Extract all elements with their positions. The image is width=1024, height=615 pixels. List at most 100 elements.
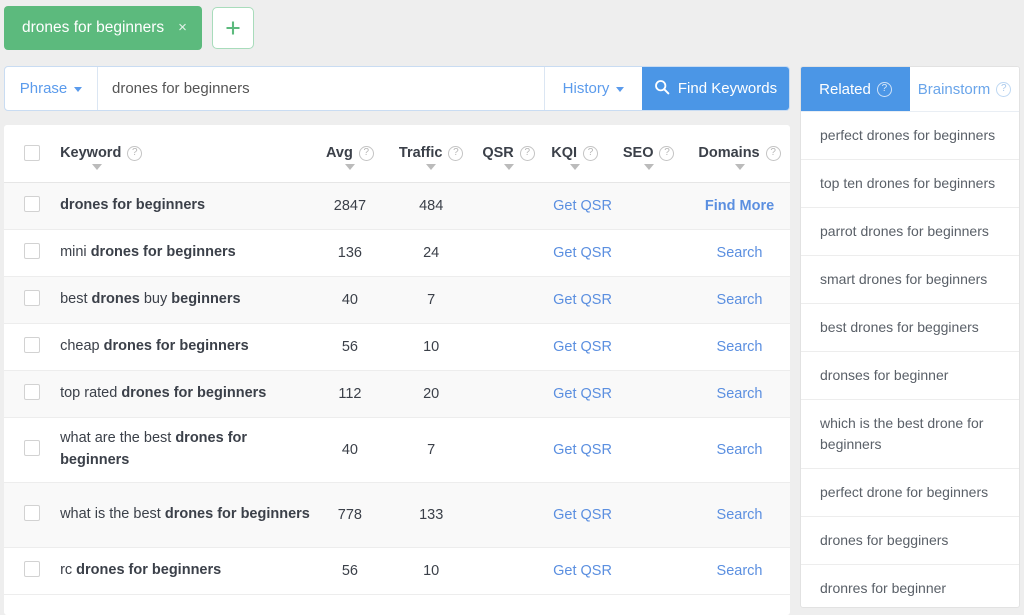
- column-header-domains[interactable]: Domains ?: [689, 125, 790, 183]
- help-icon[interactable]: ?: [358, 145, 374, 161]
- sort-caret-avg[interactable]: [344, 164, 355, 171]
- row-checkbox[interactable]: [24, 383, 41, 400]
- search-link[interactable]: Search: [717, 339, 763, 355]
- related-keywords-panel: Related ? Brainstorm ? perfect drones fo…: [800, 66, 1020, 608]
- find-more-link[interactable]: Find More: [705, 198, 774, 214]
- tab-related[interactable]: Related ?: [801, 67, 910, 111]
- keyword-match-text: drones for beginners: [164, 505, 310, 522]
- related-keyword-item[interactable]: perfect drones for beginners: [801, 111, 1019, 160]
- get-qsr-link[interactable]: Get QSR: [553, 507, 612, 523]
- help-icon[interactable]: ?: [876, 81, 892, 97]
- match-type-label: Phrase: [19, 80, 68, 97]
- traffic-cell: 10: [386, 547, 477, 595]
- row-checkbox[interactable]: [24, 504, 41, 521]
- column-label-kqi: KQI: [551, 145, 578, 162]
- keyword-cell: best drones buy beginners: [60, 276, 314, 324]
- search-link[interactable]: Search: [717, 563, 763, 579]
- related-keyword-item[interactable]: dronres for beginner: [801, 565, 1019, 607]
- help-icon[interactable]: ?: [127, 145, 143, 161]
- keyword-cell: what are the best drones for beginners: [60, 417, 314, 483]
- tab-brainstorm[interactable]: Brainstorm ?: [910, 67, 1019, 111]
- help-icon[interactable]: ?: [519, 145, 535, 161]
- search-link[interactable]: Search: [717, 507, 763, 523]
- related-keyword-item[interactable]: top ten drones for beginners: [801, 160, 1019, 208]
- row-select-cell: [4, 482, 61, 548]
- find-keywords-button[interactable]: Find Keywords: [642, 67, 789, 110]
- domains-cell: Search: [689, 370, 790, 418]
- column-header-traffic[interactable]: Traffic ?: [386, 125, 477, 183]
- get-qsr-link[interactable]: Get QSR: [553, 198, 612, 214]
- domains-cell: Search: [689, 417, 790, 483]
- sort-caret-kqi[interactable]: [569, 164, 580, 171]
- history-dropdown[interactable]: History: [545, 67, 642, 110]
- table-row[interactable]: cheap drones for beginners 56 10 Get QSR Sea…: [4, 323, 790, 371]
- table-row[interactable]: what are the best drones for beginners 40…: [4, 417, 790, 483]
- get-qsr-link[interactable]: Get QSR: [553, 442, 612, 458]
- get-qsr-link[interactable]: Get QSR: [553, 292, 612, 308]
- related-keyword-item[interactable]: which is the best drone for beginners: [801, 400, 1019, 469]
- table-row[interactable]: best drones buy beginners 40 7 Get QSR Searc…: [4, 276, 790, 324]
- get-qsr-link[interactable]: Get QSR: [553, 386, 612, 402]
- row-checkbox[interactable]: [24, 195, 41, 212]
- search-link[interactable]: Search: [717, 245, 763, 261]
- search-link[interactable]: Search: [717, 442, 763, 458]
- table-row[interactable]: mini drones for beginners 136 24 Get QSR Sea…: [4, 229, 790, 277]
- search-link[interactable]: Search: [717, 292, 763, 308]
- help-icon[interactable]: ?: [659, 145, 675, 161]
- keyword-match-text: drones for beginners: [121, 384, 267, 401]
- sort-caret-traffic[interactable]: [426, 164, 437, 171]
- search-input[interactable]: drones for beginners: [98, 67, 545, 110]
- domains-cell: Find More: [689, 182, 790, 230]
- select-all-header: [4, 125, 61, 183]
- get-qsr-link[interactable]: Get QSR: [553, 245, 612, 261]
- keyword-cell: cheap drones for beginners: [60, 323, 314, 371]
- select-all-checkbox[interactable]: [24, 145, 41, 162]
- keyword-match-text: drones for beginners: [90, 243, 236, 260]
- get-qsr-link[interactable]: Get QSR: [553, 563, 612, 579]
- column-header-seo[interactable]: SEO ?: [608, 125, 690, 183]
- related-keyword-item[interactable]: perfect drone for beginners: [801, 469, 1019, 517]
- related-keyword-item[interactable]: parrot drones for beginners: [801, 208, 1019, 256]
- related-keyword-item[interactable]: smart drones for beginners: [801, 256, 1019, 304]
- add-tab-button[interactable]: [211, 6, 254, 49]
- row-checkbox[interactable]: [24, 336, 41, 353]
- sort-caret-qsr[interactable]: [503, 164, 514, 171]
- sort-caret-domains[interactable]: [734, 164, 745, 171]
- table-header: Keyword ? Avg ? Traffic ? QSR ? KQI ? SE…: [4, 125, 790, 183]
- help-icon[interactable]: ?: [583, 145, 599, 161]
- avg-cell: 56: [313, 547, 387, 595]
- related-keyword-item[interactable]: drones for begginers: [801, 517, 1019, 565]
- column-header-keyword[interactable]: Keyword ?: [60, 125, 314, 183]
- column-header-avg[interactable]: Avg ?: [313, 125, 387, 183]
- keyword-text: top rated: [60, 384, 122, 401]
- keyword-text: what are the best: [60, 430, 176, 447]
- row-checkbox[interactable]: [24, 242, 41, 259]
- table-row[interactable]: rc drones for beginners 56 10 Get QSR Search: [4, 547, 790, 595]
- row-checkbox[interactable]: [24, 289, 41, 306]
- match-type-select[interactable]: Phrase: [5, 67, 98, 110]
- table-row[interactable]: drones for beginners 2847 484 Get QSR Find M…: [4, 182, 790, 230]
- related-keyword-item[interactable]: best drones for begginers: [801, 304, 1019, 352]
- help-icon[interactable]: ?: [448, 145, 464, 161]
- sort-caret-seo[interactable]: [643, 164, 654, 171]
- help-icon[interactable]: ?: [765, 145, 781, 161]
- keyword-match-text: drones for beginners: [76, 561, 222, 578]
- related-keyword-item[interactable]: dronses for beginner: [801, 352, 1019, 400]
- get-qsr-link[interactable]: Get QSR: [553, 339, 612, 355]
- table-row[interactable]: top rated drones for beginners 112 20 Get Q…: [4, 370, 790, 418]
- keyword-tab-label: drones for beginners: [22, 18, 165, 36]
- qsr-cell: Get QSR: [476, 323, 690, 371]
- column-header-qsr[interactable]: QSR ?: [476, 125, 542, 183]
- search-link[interactable]: Search: [717, 386, 763, 402]
- sort-caret-keyword[interactable]: [92, 164, 103, 171]
- row-checkbox[interactable]: [24, 439, 41, 456]
- traffic-cell: 20: [386, 370, 477, 418]
- column-header-kqi[interactable]: KQI ?: [541, 125, 609, 183]
- row-select-cell: [4, 547, 61, 595]
- keyword-tab-drones-for-beginners[interactable]: drones for beginners ×: [4, 5, 202, 50]
- close-icon[interactable]: ×: [178, 20, 187, 35]
- help-icon[interactable]: ?: [996, 81, 1012, 97]
- row-checkbox[interactable]: [24, 560, 41, 577]
- row-select-cell: [4, 417, 61, 483]
- table-row[interactable]: what is the best drones for beginners 778…: [4, 482, 790, 548]
